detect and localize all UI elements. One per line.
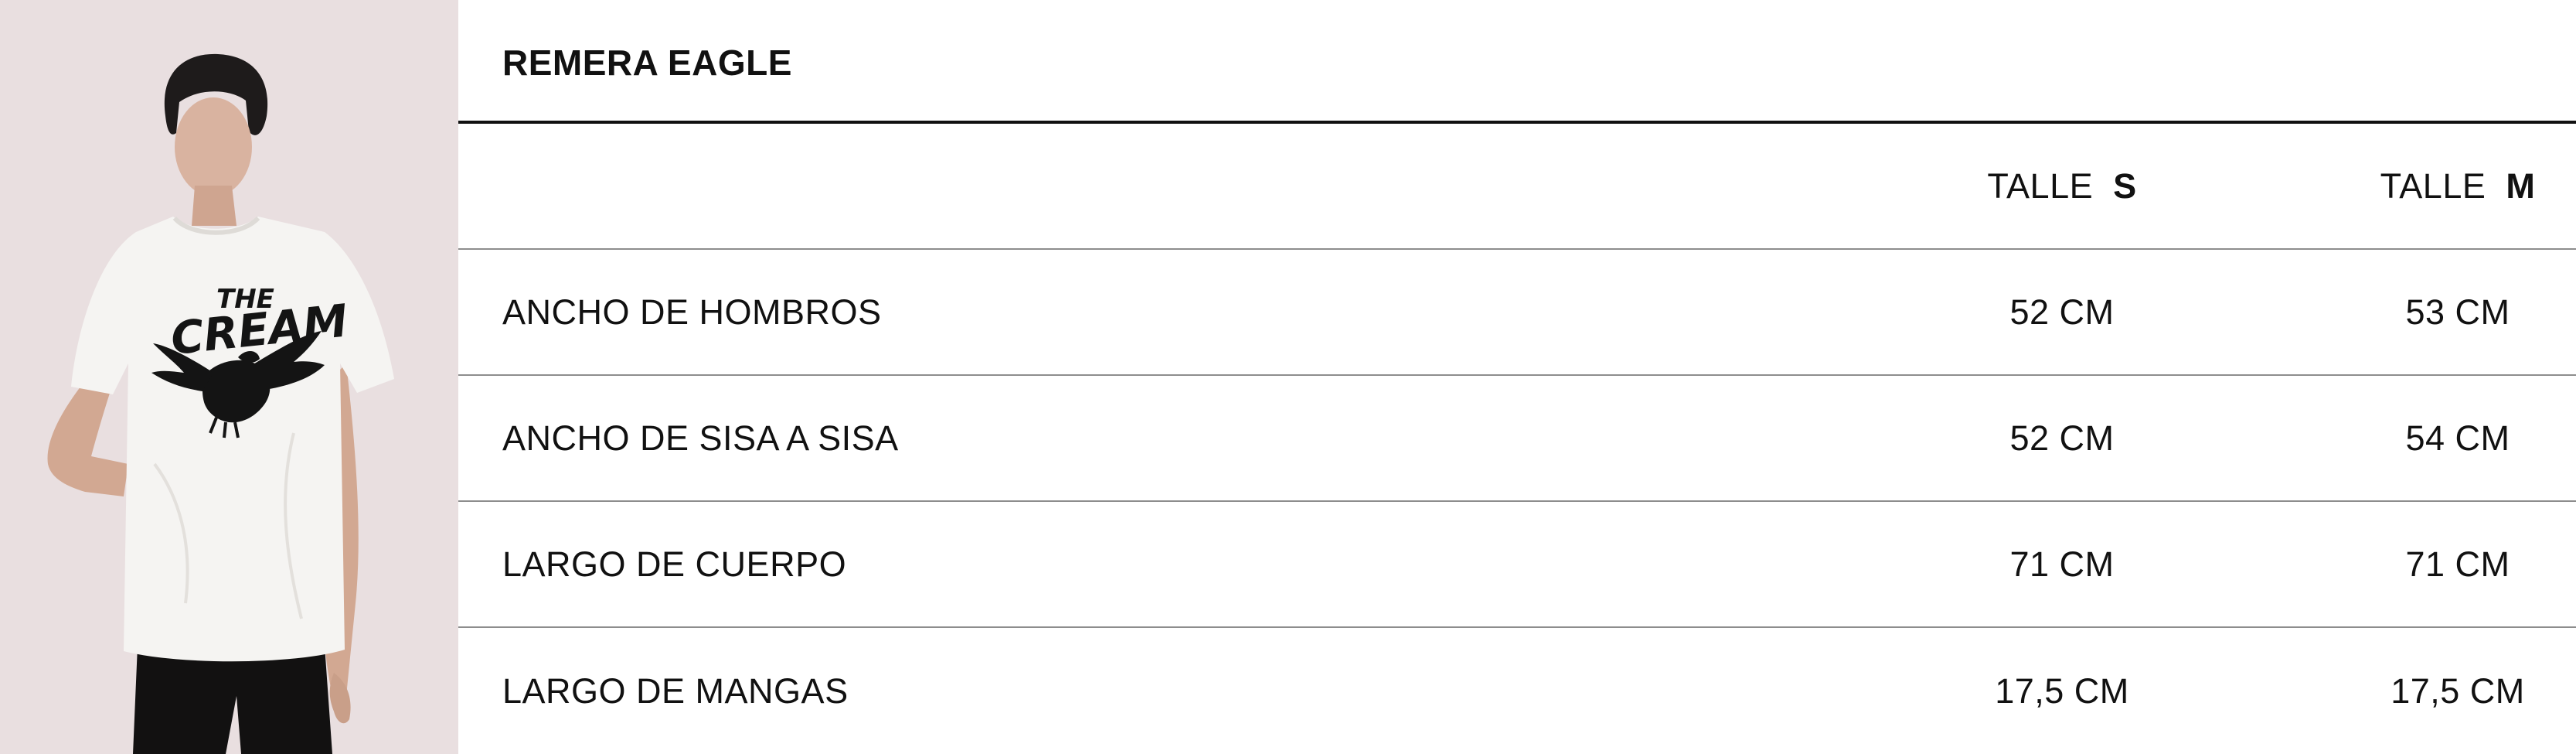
table-row: ANCHO DE HOMBROS 52 CM 53 CM [458,250,2576,376]
measure-value-s: 17,5 CM [1995,670,2129,711]
measure-value-m: 53 CM [2405,292,2510,332]
table-title-row: REMERA EAGLE [458,0,2576,124]
table-row: LARGO DE CUERPO 71 CM 71 CM [458,502,2576,628]
measure-value-s: 71 CM [2009,544,2115,584]
measure-label: LARGO DE CUERPO [502,544,847,584]
product-title: REMERA EAGLE [502,43,792,83]
size-header-prefix: TALLE [2380,165,2486,206]
measure-value-s: 52 CM [2009,292,2115,332]
size-table: REMERA EAGLE TALLE S TALLE M ANCHO DE HO… [458,0,2576,754]
size-header-row: TALLE S TALLE M [458,124,2576,250]
measure-label: LARGO DE MANGAS [502,670,849,711]
product-photo: THE CREAM [0,0,458,754]
table-row: LARGO DE MANGAS 17,5 CM 17,5 CM [458,628,2576,754]
measure-value-m: 71 CM [2405,544,2510,584]
measure-value-m: 17,5 CM [2391,670,2525,711]
measure-label: ANCHO DE HOMBROS [502,292,882,332]
measure-value-s: 52 CM [2009,418,2115,458]
size-header-m: TALLE M [2295,124,2576,248]
size-header-prefix: TALLE [1987,165,2094,206]
measure-label: ANCHO DE SISA A SISA [502,418,899,458]
size-header-letter: M [2506,165,2536,206]
table-row: ANCHO DE SISA A SISA 52 CM 54 CM [458,376,2576,502]
size-header-letter: S [2113,165,2137,206]
measure-value-m: 54 CM [2405,418,2510,458]
size-header-s: TALLE S [1900,124,2224,248]
